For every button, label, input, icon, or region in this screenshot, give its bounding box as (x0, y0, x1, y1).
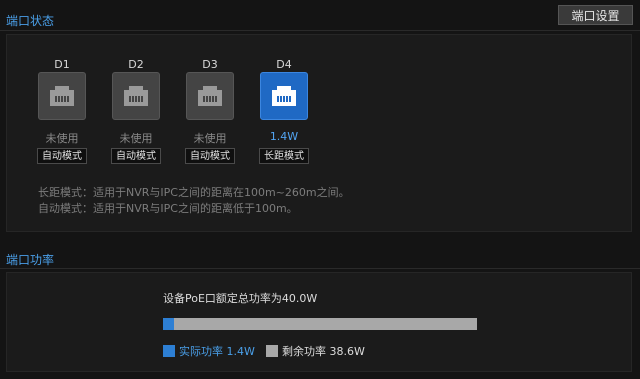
port-power-value: 1.4W (269, 130, 299, 143)
port-status: 未使用 (193, 132, 227, 145)
long-distance-note: 长距模式：适用于NVR与IPC之间的距离在100m~260m之间。 (38, 186, 350, 199)
port-power-title: 端口功率 (6, 253, 55, 267)
port-status-title: 端口状态 (6, 14, 55, 28)
ethernet-port-icon[interactable] (260, 72, 308, 120)
port-label: D2 (128, 58, 144, 71)
port-d3[interactable]: D3 未使用 自动模式 (180, 58, 240, 164)
port-mode-button[interactable]: 自动模式 (37, 148, 87, 164)
ethernet-port-icon[interactable] (186, 72, 234, 120)
power-divider (0, 268, 640, 269)
ethernet-icon (198, 86, 222, 106)
port-d4[interactable]: D4 1.4W 长距模式 (254, 58, 314, 164)
port-status: 未使用 (119, 132, 153, 145)
remaining-power-legend: 剩余功率 38.6W (266, 343, 365, 359)
remaining-power-swatch (266, 345, 278, 357)
ethernet-icon (124, 86, 148, 106)
actual-power-legend: 实际功率 1.4W (163, 343, 255, 359)
total-power-label: 设备PoE口额定总功率为40.0W (163, 292, 318, 305)
port-d2[interactable]: D2 未使用 自动模式 (106, 58, 166, 164)
port-settings-button[interactable]: 端口设置 (558, 5, 633, 25)
port-mode-button[interactable]: 自动模式 (111, 148, 161, 164)
remaining-power-label: 剩余功率 38.6W (282, 345, 365, 358)
ethernet-port-icon[interactable] (112, 72, 160, 120)
auto-mode-note: 自动模式：适用于NVR与IPC之间的距离低于100m。 (38, 202, 298, 215)
port-d1[interactable]: D1 未使用 自动模式 (32, 58, 92, 164)
port-label: D4 (276, 58, 292, 71)
power-usage-bar (163, 318, 477, 330)
port-status: 未使用 (45, 132, 79, 145)
actual-power-fill (163, 318, 174, 330)
actual-power-label: 实际功率 1.4W (179, 345, 255, 358)
header-divider (0, 30, 640, 31)
port-mode-button[interactable]: 长距模式 (259, 148, 309, 164)
ethernet-port-icon[interactable] (38, 72, 86, 120)
ethernet-icon (50, 86, 74, 106)
ethernet-icon (272, 86, 296, 106)
port-label: D1 (54, 58, 70, 71)
port-label: D3 (202, 58, 218, 71)
actual-power-swatch (163, 345, 175, 357)
port-mode-button[interactable]: 自动模式 (185, 148, 235, 164)
